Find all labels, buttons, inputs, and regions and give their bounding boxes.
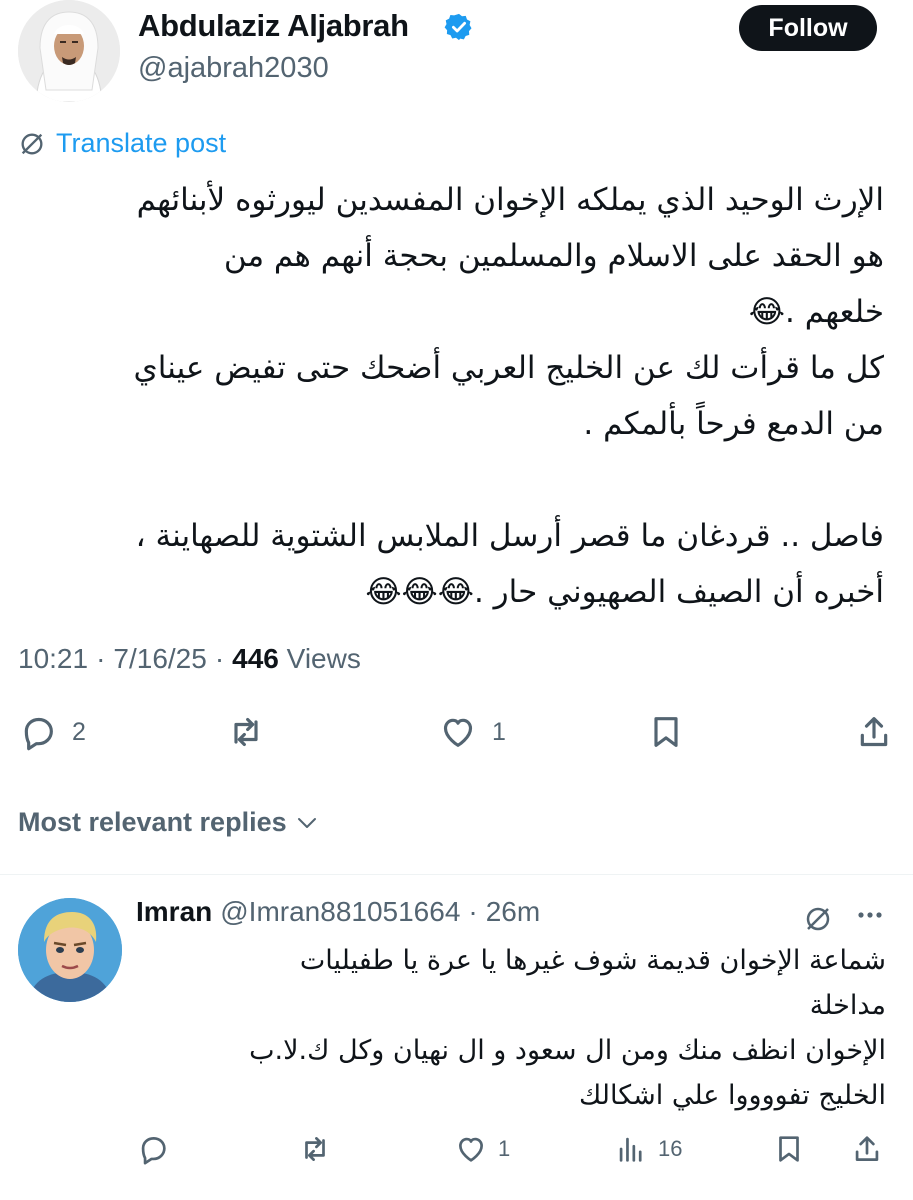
translate-post-link[interactable]: Translate post [18,128,226,159]
post-text-line: أخبره أن الصيف الصهيوني حار .😂😂😂 [365,574,884,610]
post-text-line [18,452,884,508]
reply-repost-button[interactable] [298,1132,332,1166]
translate-post-label: Translate post [56,128,227,158]
reply-text-line: الإخوان انظف منك ومن ال سعود و ال نهيان … [249,1035,886,1066]
repost-icon [234,717,258,747]
reply-count: 2 [72,717,86,746]
reply-like-count: 1 [498,1136,511,1161]
views-bar-icon [619,1137,642,1162]
reply-reply-button[interactable] [136,1132,170,1166]
reply-header: Imran @Imran881051664 · 26m [136,896,540,928]
views-count: 446 [232,643,279,674]
heart-icon [459,1137,483,1162]
reply-text-line: شماعة الإخوان قديمة شوف غيرها يا عرة يا … [299,945,886,976]
post-date[interactable]: 7/16/25 [113,643,206,675]
divider [0,874,913,875]
reply-author-name[interactable]: Imran [136,896,212,928]
post-text-line: الإرث الوحيد الذي يملكه الإخوان المفسدين… [136,182,884,218]
meta-separator: · [468,896,478,927]
reply-text: شماعة الإخوان قديمة شوف غيرها يا عرة يا … [136,938,886,1118]
heart-icon [443,718,473,747]
post-text-line: من الدمع فرحاً بألمكم . [583,406,884,442]
translate-globe-icon [21,133,43,154]
reply-time[interactable]: 26m [486,896,540,928]
bookmark-icon [654,717,678,747]
more-dots-icon[interactable] [852,900,888,930]
replies-sort-label: Most relevant replies [18,807,287,837]
reply-actions: 1 16 [136,1132,896,1176]
views-label: Views [286,643,361,674]
share-icon [855,1136,879,1161]
post-meta: 10:21 · 7/16/25 · 446 Views [18,643,361,675]
author-handle[interactable]: @ajabrah2030 [138,52,329,85]
reply-text-line: الخليج تفووووا علي اشكالك [579,1080,886,1111]
reply-author-handle[interactable]: @Imran881051664 [220,896,460,928]
meta-separator: · [214,643,225,674]
follow-button[interactable]: Follow [739,5,877,51]
reply-views-button[interactable]: 16 [614,1132,682,1166]
post-actions: 2 1 [18,712,896,762]
meta-separator: · [96,643,106,674]
reply-share-button[interactable] [850,1132,884,1166]
post-text-line: هو الحقد على الاسلام والمسلمين بحجة أنهم… [223,238,884,274]
bookmark-icon [779,1136,799,1162]
post-text-line: كل ما قرأت لك عن الخليج العربي أضحك حتى … [133,350,884,386]
replies-sort-dropdown[interactable]: Most relevant replies [18,807,319,838]
reply-bubble-icon [24,717,53,751]
post-text-line: فاصل .. قردغان ما قصر أرسل الملابس الشتو… [135,518,884,554]
like-button[interactable]: 1 [438,712,506,752]
reply-bookmark-button[interactable] [772,1132,806,1166]
reply-avatar[interactable] [18,898,122,1002]
verified-badge-icon [444,13,472,41]
share-icon [860,717,888,747]
author-name[interactable]: Abdulaziz Aljabrah [138,8,409,44]
reply-bubble-icon [141,1137,166,1165]
translate-globe-icon[interactable] [803,904,833,934]
share-button[interactable] [854,712,894,752]
bookmark-button[interactable] [646,712,686,752]
reply-text-line: مداخلة [809,990,886,1021]
like-count: 1 [492,717,506,746]
post-text: الإرث الوحيد الذي يملكه الإخوان المفسدين… [18,172,884,620]
reply-views-count: 16 [658,1136,683,1161]
author-avatar[interactable] [18,0,120,102]
repost-icon [305,1137,325,1161]
post-time[interactable]: 10:21 [18,643,88,675]
reply-like-button[interactable]: 1 [454,1132,510,1166]
post-text-line: خلعهم .😂 [748,294,884,330]
chevron-down-icon [297,817,316,828]
repost-button[interactable] [226,712,266,752]
reply-button[interactable]: 2 [18,712,86,752]
